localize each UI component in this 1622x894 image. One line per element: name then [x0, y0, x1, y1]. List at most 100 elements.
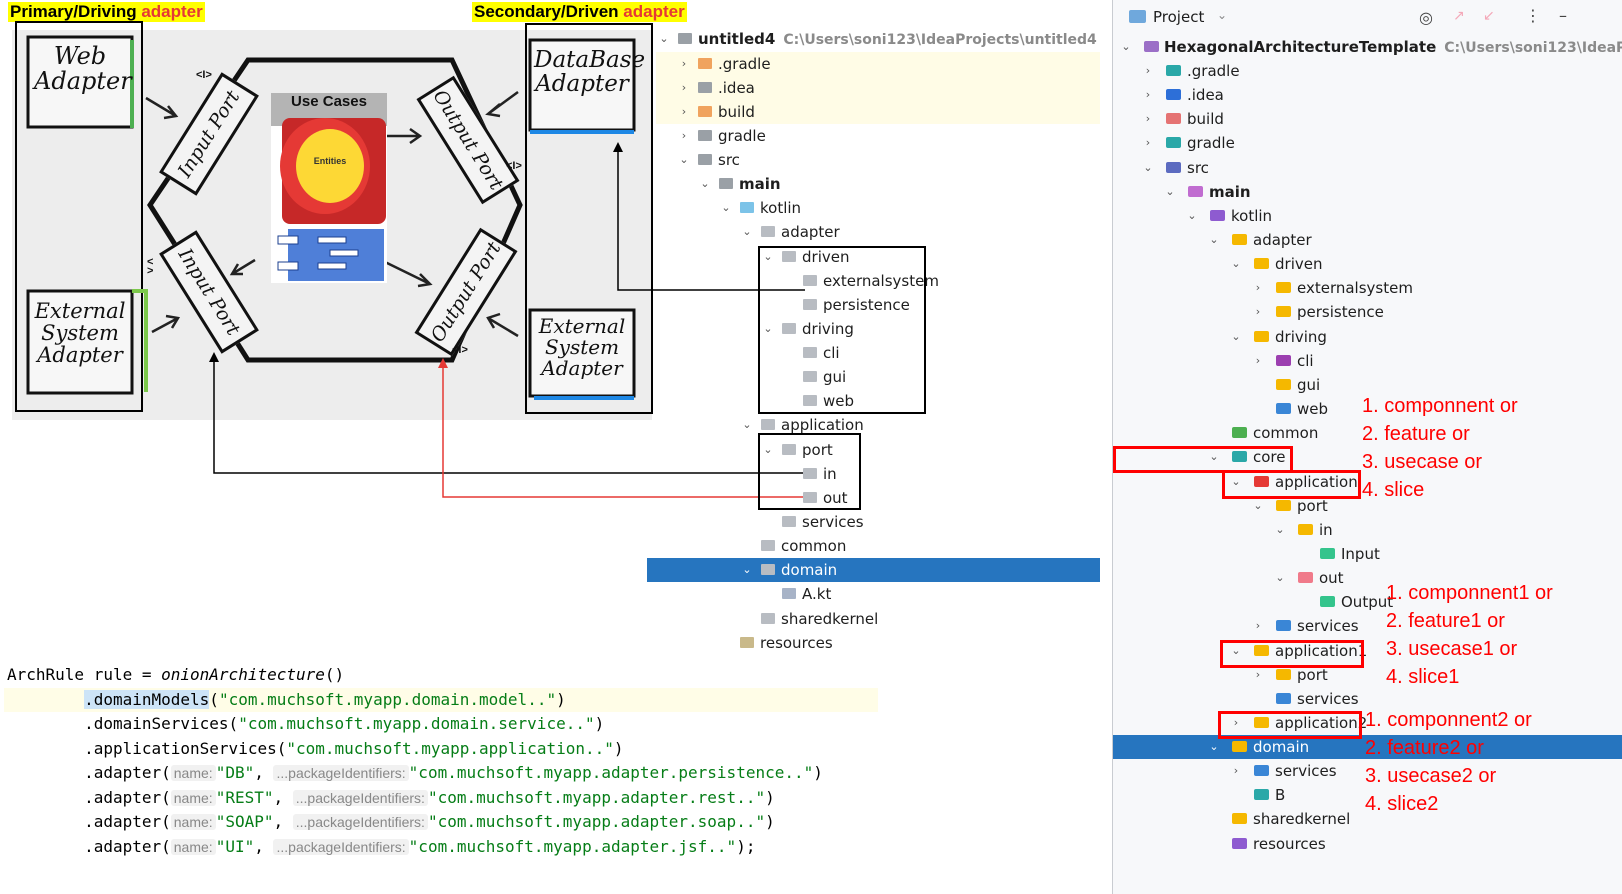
right-tree-label: .idea	[1187, 86, 1224, 104]
minimize-icon[interactable]: –	[1559, 6, 1567, 25]
left-root-path: C:\Users\soni123\IdeaProjects\untitled4	[783, 32, 1097, 48]
entities-label: Entities	[313, 156, 347, 166]
chevron-down-icon[interactable]: ⌄	[1274, 518, 1286, 542]
right-tree-label: persistence	[1297, 303, 1384, 321]
chevron-down-icon[interactable]: ⌄	[678, 148, 690, 172]
folder-icon	[1232, 838, 1247, 849]
right-tree-label: Input	[1341, 545, 1380, 563]
folder-icon	[1276, 379, 1291, 390]
right-tree-label: sharedkernel	[1253, 810, 1351, 828]
left-tree-label: A.kt	[802, 585, 832, 603]
right-tree-label: web	[1297, 400, 1329, 418]
folder-icon	[782, 516, 796, 527]
right-tree-label: out	[1319, 569, 1344, 587]
folder-icon	[782, 588, 796, 599]
left-tree-label: common	[781, 537, 847, 555]
chevron-right-icon[interactable]: ›	[678, 100, 690, 124]
folder-icon	[1232, 234, 1247, 245]
right-tree-label: resources	[1253, 835, 1326, 853]
chevron-right-icon[interactable]: ›	[1252, 614, 1264, 638]
port-highlight-frame	[758, 433, 861, 510]
adapter-highlight-frame	[758, 246, 926, 414]
right-tree-label: common	[1253, 424, 1319, 442]
chevron-right-icon[interactable]: ›	[1142, 107, 1154, 131]
project-folder-icon	[1129, 10, 1146, 23]
left-tree-label: .gradle	[718, 55, 771, 73]
folder-icon	[740, 637, 754, 648]
folder-icon	[1232, 427, 1247, 438]
chevron-down-icon[interactable]: ⌄	[1142, 156, 1154, 180]
chevron-right-icon[interactable]: ›	[1142, 131, 1154, 155]
chevron-down-icon[interactable]: ⌄	[1217, 8, 1227, 22]
right-tree-label: kotlin	[1231, 207, 1273, 225]
folder-icon	[1232, 741, 1247, 752]
target-icon[interactable]: ◎	[1419, 8, 1433, 27]
left-tree-label: .idea	[718, 79, 755, 97]
right-tree-label: adapter	[1253, 231, 1312, 249]
left-tree-label: build	[718, 103, 755, 121]
chevron-right-icon[interactable]: ›	[1142, 83, 1154, 107]
notes-group-2: 1. componnent2 or 2. feature2 or 3. usecas…	[1365, 709, 1532, 815]
left-tree-label: main	[739, 175, 781, 193]
left-tree-label: sharedkernel	[781, 610, 879, 628]
folder-icon	[1298, 524, 1313, 535]
folder-icon	[1276, 693, 1291, 704]
chevron-down-icon[interactable]: ⌄	[741, 413, 753, 437]
folder-icon	[740, 202, 754, 213]
left-tree-label: adapter	[781, 223, 840, 241]
interface-mark-1: <I>	[196, 69, 212, 81]
folder-icon	[761, 226, 775, 237]
chevron-right-icon[interactable]: ›	[1142, 59, 1154, 83]
chevron-down-icon[interactable]: ⌄	[741, 558, 753, 582]
chevron-down-icon[interactable]: ⌄	[1230, 252, 1242, 276]
folder-icon	[1276, 306, 1291, 317]
chevron-down-icon[interactable]: ⌄	[1186, 204, 1198, 228]
core-highlight	[1113, 446, 1293, 473]
right-tree-label: .gradle	[1187, 62, 1240, 80]
chevron-right-icon[interactable]: ›	[678, 52, 690, 76]
folder-icon	[1254, 789, 1269, 800]
folder-icon	[1166, 113, 1181, 124]
chevron-right-icon[interactable]: ›	[1252, 349, 1264, 373]
folder-icon	[1276, 500, 1291, 511]
right-root-path: C:\Users\soni123\IdeaProjec	[1444, 40, 1622, 56]
application2-highlight	[1218, 711, 1362, 739]
folder-icon	[1276, 620, 1291, 631]
project-title[interactable]: Project	[1153, 8, 1204, 26]
interface-mark-4: < >	[147, 256, 154, 277]
right-tree-label: build	[1187, 110, 1224, 128]
more-options-icon[interactable]: ⋮	[1525, 6, 1541, 25]
folder-icon	[698, 130, 712, 141]
chevron-down-icon[interactable]: ⌄	[720, 196, 732, 220]
notes-group-1: 1. componnent1 or 2. feature1 or 3. usecas…	[1386, 582, 1553, 688]
chevron-down-icon[interactable]: ⌄	[741, 220, 753, 244]
use-cases-title: Use Cases	[291, 93, 367, 110]
folder-icon	[1320, 596, 1335, 607]
folder-icon	[1276, 355, 1291, 366]
chevron-down-icon[interactable]: ⌄	[699, 172, 711, 196]
right-tree-label: gradle	[1187, 134, 1235, 152]
folder-icon	[698, 106, 712, 117]
left-tree-root[interactable]: ⌄ untitled4 C:\Users\soni123\IdeaProjects…	[656, 27, 1102, 51]
folder-icon	[1166, 137, 1181, 148]
chevron-right-icon[interactable]: ›	[1252, 300, 1264, 324]
chevron-down-icon[interactable]: ⌄	[1164, 180, 1176, 204]
chevron-down-icon[interactable]: ⌄	[1230, 325, 1242, 349]
left-tree-label: src	[718, 151, 740, 169]
chevron-right-icon[interactable]: ›	[1230, 759, 1242, 783]
chevron-down-icon[interactable]: ⌄	[1208, 228, 1220, 252]
expand-icon[interactable]: ↗	[1453, 8, 1465, 24]
chevron-right-icon[interactable]: ›	[1252, 276, 1264, 300]
collapse-icon[interactable]: ↙	[1483, 8, 1495, 24]
chevron-right-icon[interactable]: ›	[678, 76, 690, 100]
right-tree-label: in	[1319, 521, 1333, 539]
right-tree-label: gui	[1297, 376, 1321, 394]
left-tree-label: services	[802, 513, 864, 531]
right-tree-label: externalsystem	[1297, 279, 1413, 297]
folder-icon	[761, 540, 775, 551]
chevron-down-icon[interactable]: ⌄	[1274, 566, 1286, 590]
right-tree-label: B	[1275, 786, 1286, 804]
chevron-right-icon[interactable]: ›	[678, 124, 690, 148]
folder-icon	[698, 58, 712, 69]
right-tree-label: services	[1297, 617, 1359, 635]
